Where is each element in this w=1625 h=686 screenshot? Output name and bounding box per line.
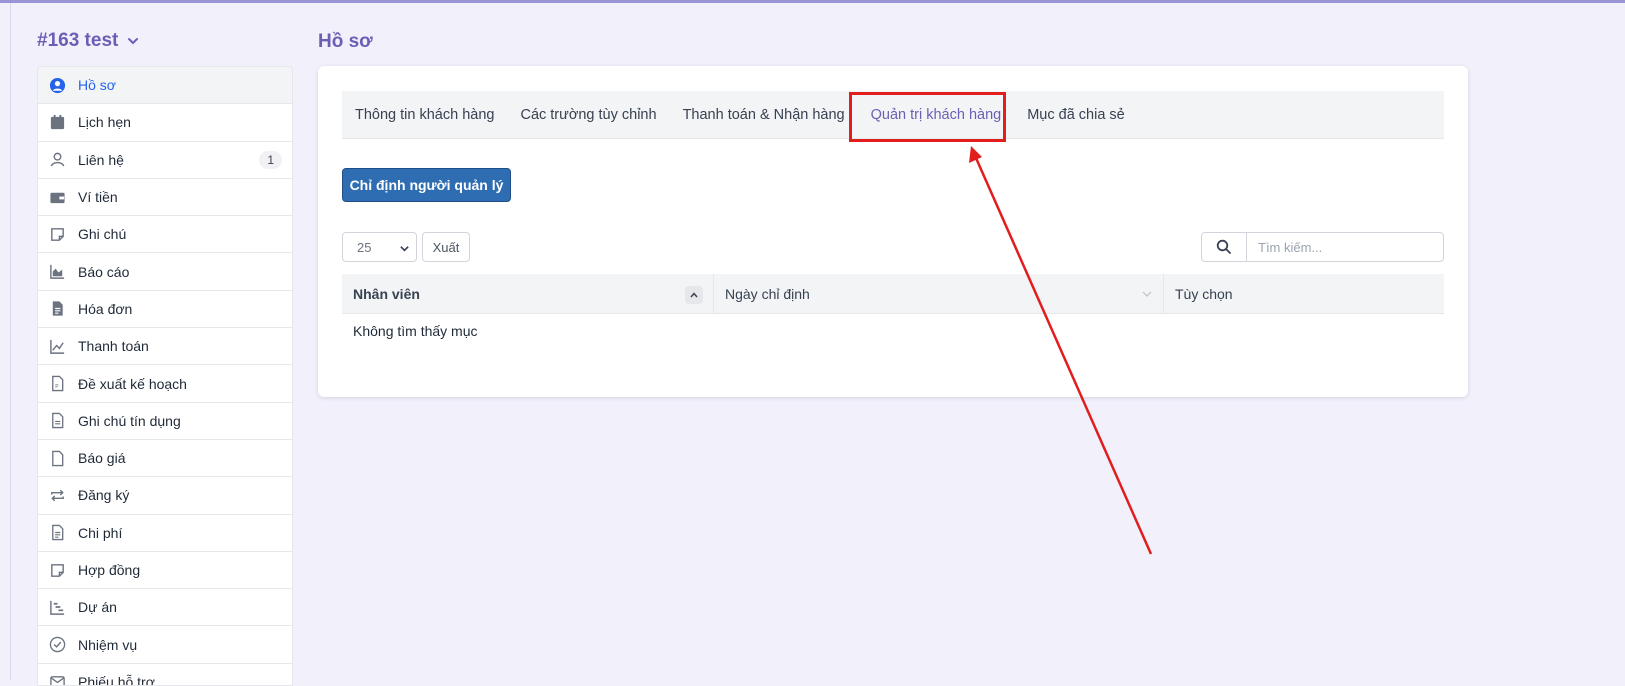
tab-shared-items[interactable]: Mục đã chia sẻ: [1014, 107, 1138, 123]
assign-admin-button[interactable]: Chỉ định người quản lý: [342, 168, 511, 202]
sidebar-item-subscriptions[interactable]: Đăng ký: [38, 477, 292, 515]
column-header-staff[interactable]: Nhân viên: [342, 274, 714, 313]
sidebar-item-label: Hóa đơn: [78, 300, 133, 317]
sidebar-item-label: Lịch hẹn: [78, 114, 131, 131]
search-icon[interactable]: [1202, 233, 1247, 261]
sidebar-item-label: Ghi chú: [78, 226, 127, 243]
proposal-file-icon: P: [48, 375, 66, 393]
sidebar-item-payments[interactable]: Thanh toán: [38, 328, 292, 366]
table-header: Nhân viên Ngày chỉ định Tùy chọn: [342, 274, 1444, 314]
profile-card: Thông tin khách hàng Các trường tùy chỉn…: [318, 66, 1468, 397]
sidebar-item-label: Ghi chú tín dụng: [78, 412, 181, 429]
sidebar-item-tickets[interactable]: Phiếu hỗ trợ: [38, 664, 292, 685]
sidebar-item-reports[interactable]: Báo cáo: [38, 253, 292, 291]
left-divider: [10, 3, 11, 680]
sort-desc-icon: [1142, 291, 1152, 297]
tab-customer-info[interactable]: Thông tin khách hàng: [342, 107, 507, 123]
sidebar-item-profile[interactable]: Hồ sơ: [38, 67, 292, 105]
client-sidebar: Hồ sơ Lịch hẹn Liên hệ 1 Ví tiền Ghi chú…: [37, 66, 293, 686]
sort-asc-icon: [685, 286, 703, 304]
expense-file-icon: [48, 524, 66, 542]
tab-custom-fields[interactable]: Các trường tùy chỉnh: [507, 107, 669, 123]
sidebar-item-label: Hồ sơ: [78, 77, 116, 94]
column-header-assigned-date[interactable]: Ngày chỉ định: [714, 274, 1164, 313]
export-button[interactable]: Xuất: [422, 232, 470, 262]
user-icon: [48, 151, 66, 169]
table-search: [1201, 232, 1444, 262]
wallet-icon: [48, 188, 66, 206]
column-header-label: Ngày chỉ định: [725, 285, 810, 302]
ticket-icon: [48, 673, 66, 685]
page-title: Hồ sơ: [318, 31, 373, 52]
sticky-note-icon: [48, 225, 66, 243]
sidebar-item-appointments[interactable]: Lịch hẹn: [38, 104, 292, 142]
sidebar-item-notes[interactable]: Ghi chú: [38, 216, 292, 254]
sidebar-item-label: Đề xuất kế hoạch: [78, 375, 187, 392]
repeat-icon: [48, 486, 66, 504]
client-title: #163 test: [37, 30, 119, 51]
sidebar-item-contacts[interactable]: Liên hệ 1: [38, 142, 292, 179]
per-page-value: 25: [357, 239, 372, 255]
search-input[interactable]: [1247, 233, 1443, 261]
sidebar-item-estimates[interactable]: Báo giá: [38, 440, 292, 478]
column-header-options[interactable]: Tùy chọn: [1164, 274, 1444, 313]
sidebar-item-proposals[interactable]: P Đề xuất kế hoạch: [38, 365, 292, 403]
chevron-down-icon: [400, 246, 409, 252]
sidebar-item-label: Dự án: [78, 599, 117, 616]
sidebar-item-invoices[interactable]: Hóa đơn: [38, 291, 292, 329]
sidebar-item-label: Báo cáo: [78, 263, 130, 280]
sidebar-item-label: Ví tiền: [78, 189, 118, 206]
sidebar-item-label: Nhiệm vụ: [78, 636, 138, 653]
tab-billing-shipping[interactable]: Thanh toán & Nhận hàng: [670, 107, 858, 123]
gantt-chart-icon: [48, 598, 66, 616]
line-chart-icon: [48, 337, 66, 355]
per-page-select[interactable]: 25: [342, 232, 417, 262]
sidebar-item-label: Đăng ký: [78, 487, 130, 504]
contacts-count-badge: 1: [259, 150, 282, 169]
sidebar-item-label: Liên hệ: [78, 151, 124, 168]
check-circle-icon: [48, 636, 66, 654]
sidebar-item-projects[interactable]: Dự án: [38, 589, 292, 627]
sidebar-item-label: Hợp đồng: [78, 562, 141, 578]
column-header-label: Nhân viên: [353, 285, 420, 302]
top-accent-bar: [0, 0, 1625, 3]
area-chart-icon: [48, 263, 66, 281]
invoice-file-icon: [48, 300, 66, 318]
credit-note-file-icon: [48, 412, 66, 430]
column-header-label: Tùy chọn: [1175, 285, 1233, 302]
sidebar-item-wallet[interactable]: Ví tiền: [38, 179, 292, 217]
sidebar-item-label: Thanh toán: [78, 338, 149, 355]
sidebar-item-expenses[interactable]: Chi phí: [38, 515, 292, 552]
sidebar-item-tasks[interactable]: Nhiệm vụ: [38, 626, 292, 664]
contract-note-icon: [48, 561, 66, 579]
sidebar-item-credit-notes[interactable]: Ghi chú tín dụng: [38, 403, 292, 440]
client-selector[interactable]: #163 test: [37, 30, 140, 52]
empty-table-message: Không tìm thấy mục: [353, 323, 478, 339]
chevron-down-icon: [128, 38, 139, 45]
user-circle-icon: [48, 76, 66, 94]
sidebar-item-label: Báo giá: [78, 450, 126, 467]
svg-text:P: P: [55, 384, 59, 390]
blank-file-icon: [48, 449, 66, 467]
sidebar-item-contracts[interactable]: Hợp đồng: [38, 552, 292, 590]
tab-highlight-annotation: [849, 92, 1006, 142]
sidebar-item-label: Chi phí: [78, 524, 123, 541]
calendar-icon: [48, 113, 66, 131]
